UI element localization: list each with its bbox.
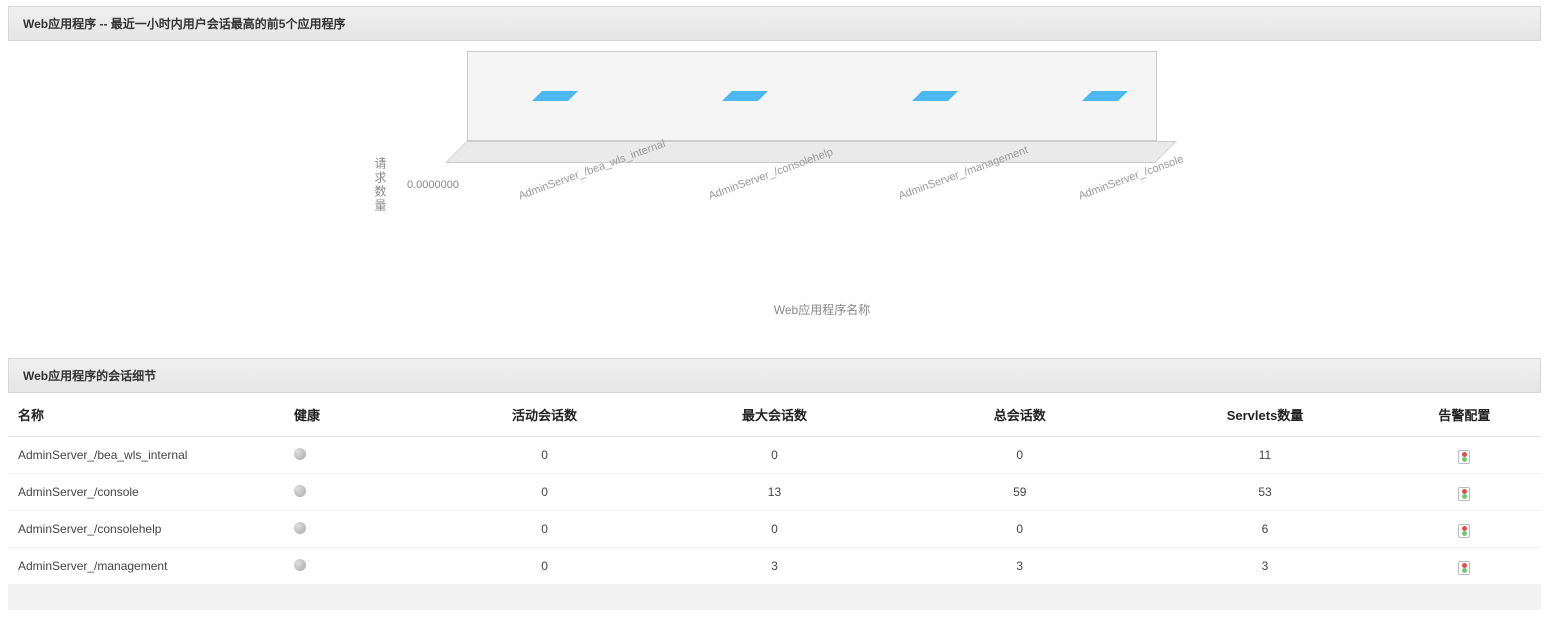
chart-y-tick: 0.0000000 xyxy=(407,179,459,191)
cell-name: AdminServer_/management xyxy=(8,548,284,585)
session-table: 名称 健康 活动会话数 最大会话数 总会话数 Servlets数量 告警配置 A… xyxy=(8,393,1541,584)
chart-category-labels: AdminServer_/bea_wls_internal AdminServe… xyxy=(467,191,1177,251)
table-panel-title: Web应用程序的会话细节 xyxy=(8,358,1541,393)
chart-panel-title: Web应用程序 -- 最近一小时内用户会话最高的前5个应用程序 xyxy=(8,6,1541,41)
health-dot-icon xyxy=(294,522,306,534)
col-alert[interactable]: 告警配置 xyxy=(1388,393,1541,437)
cell-alert xyxy=(1388,548,1541,585)
cell-health xyxy=(284,511,437,548)
health-dot-icon xyxy=(294,448,306,460)
table-footer xyxy=(8,584,1541,610)
cell-active: 0 xyxy=(437,511,652,548)
table-row[interactable]: AdminServer_/bea_wls_internal00011 xyxy=(8,437,1541,474)
cell-max: 0 xyxy=(652,511,897,548)
chart-panel-body: 请求数量 0.0000000 AdminServer_/bea_wls_inte… xyxy=(8,41,1541,338)
cell-name: AdminServer_/console xyxy=(8,474,284,511)
col-name[interactable]: 名称 xyxy=(8,393,284,437)
table-panel: Web应用程序的会话细节 名称 健康 活动会话数 最大会话数 总会话数 Serv… xyxy=(8,358,1541,610)
cell-max: 13 xyxy=(652,474,897,511)
col-health[interactable]: 健康 xyxy=(284,393,437,437)
cell-name: AdminServer_/bea_wls_internal xyxy=(8,437,284,474)
table-row[interactable]: AdminServer_/console 0135953 xyxy=(8,474,1541,511)
chart-panel: Web应用程序 -- 最近一小时内用户会话最高的前5个应用程序 请求数量 0.0… xyxy=(8,6,1541,338)
col-max[interactable]: 最大会话数 xyxy=(652,393,897,437)
col-servlets[interactable]: Servlets数量 xyxy=(1142,393,1387,437)
cell-active: 0 xyxy=(437,474,652,511)
cell-active: 0 xyxy=(437,548,652,585)
cell-servlets: 11 xyxy=(1142,437,1387,474)
cell-servlets: 6 xyxy=(1142,511,1387,548)
col-total[interactable]: 总会话数 xyxy=(897,393,1142,437)
cell-total: 0 xyxy=(897,437,1142,474)
cell-alert xyxy=(1388,437,1541,474)
table-row[interactable]: AdminServer_/consolehelp0006 xyxy=(8,511,1541,548)
chart-x-label: Web应用程序名称 xyxy=(774,301,870,318)
cell-health xyxy=(284,474,437,511)
alert-config-icon[interactable] xyxy=(1458,450,1470,464)
cell-name: AdminServer_/consolehelp xyxy=(8,511,284,548)
cell-alert xyxy=(1388,511,1541,548)
col-active[interactable]: 活动会话数 xyxy=(437,393,652,437)
alert-config-icon[interactable] xyxy=(1458,487,1470,501)
cell-health xyxy=(284,437,437,474)
cell-total: 0 xyxy=(897,511,1142,548)
health-dot-icon xyxy=(294,559,306,571)
cell-max: 3 xyxy=(652,548,897,585)
alert-config-icon[interactable] xyxy=(1458,561,1470,575)
cell-total: 3 xyxy=(897,548,1142,585)
cell-servlets: 53 xyxy=(1142,474,1387,511)
cell-active: 0 xyxy=(437,437,652,474)
cell-max: 0 xyxy=(652,437,897,474)
cell-alert xyxy=(1388,474,1541,511)
cell-servlets: 3 xyxy=(1142,548,1387,585)
chart-y-label: 请求数量 xyxy=(372,157,389,213)
alert-config-icon[interactable] xyxy=(1458,524,1470,538)
health-dot-icon xyxy=(294,485,306,497)
cell-total: 59 xyxy=(897,474,1142,511)
table-row[interactable]: AdminServer_/management0333 xyxy=(8,548,1541,585)
cell-health xyxy=(284,548,437,585)
